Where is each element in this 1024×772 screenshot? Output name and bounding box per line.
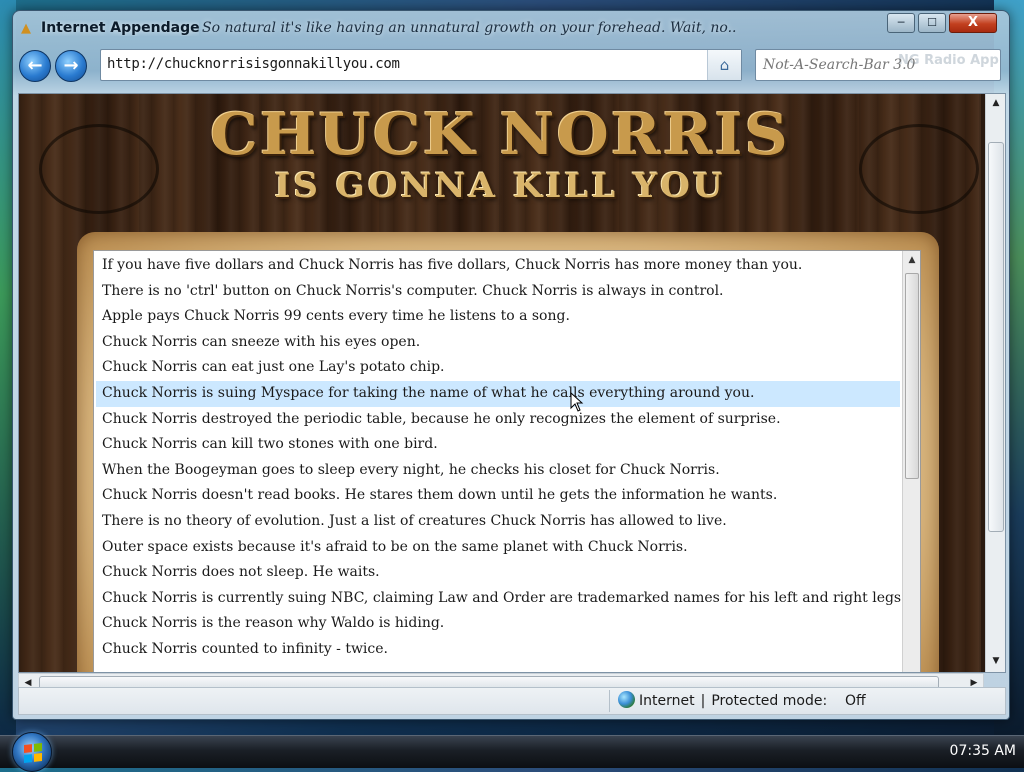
maximize-button[interactable]: ☐: [918, 13, 946, 33]
fact-list-item[interactable]: Chuck Norris can eat just one Lay's pota…: [96, 355, 900, 381]
fact-list-item[interactable]: Chuck Norris doesn't read books. He star…: [96, 483, 900, 509]
forward-button[interactable]: →: [55, 50, 87, 82]
status-separator: |: [700, 693, 706, 709]
fact-list-item[interactable]: Chuck Norris can kill two stones with on…: [96, 432, 900, 458]
taskbar-clock[interactable]: 07:35 AM: [950, 743, 1016, 759]
facts-listbox[interactable]: If you have five dollars and Chuck Norri…: [93, 250, 921, 672]
minimize-button[interactable]: ─: [887, 13, 915, 33]
fact-list-item[interactable]: Chuck Norris destroyed the periodic tabl…: [96, 407, 900, 433]
address-bar[interactable]: http://chucknorrisisgonnakillyou.com ⌂: [100, 49, 742, 81]
facts-list: If you have five dollars and Chuck Norri…: [96, 253, 906, 663]
fact-list-item[interactable]: Chuck Norris is suing Myspace for taking…: [96, 380, 900, 407]
fact-list-item[interactable]: Apple pays Chuck Norris 99 cents every t…: [96, 304, 900, 330]
scroll-down-icon[interactable]: ▼: [986, 652, 1005, 670]
close-button[interactable]: X: [949, 13, 997, 33]
listbox-scroll-up-icon[interactable]: ▲: [903, 251, 921, 269]
wood-background: CHUCK NORRIS IS GONNA KILL YOU If you ha…: [19, 94, 981, 672]
search-input[interactable]: Not-A-Search-Bar 3.0: [763, 57, 915, 73]
title-bar[interactable]: ▲ Internet Appendage 8 So natural it's l…: [13, 11, 1009, 45]
taskbar: 07:35 AM: [0, 732, 1024, 772]
fact-list-item[interactable]: Chuck Norris is the reason why Waldo is …: [96, 611, 900, 637]
fact-list-item[interactable]: Chuck Norris can sneeze with his eyes op…: [96, 330, 900, 356]
fact-list-item[interactable]: Chuck Norris does not sleep. He waits.: [96, 560, 900, 586]
site-logo-title: CHUCK NORRIS: [210, 101, 790, 169]
fact-list-item[interactable]: Outer space exists because it's afraid t…: [96, 535, 900, 561]
fact-list-item[interactable]: When the Boogeyman goes to sleep every n…: [96, 458, 900, 484]
fact-list-item[interactable]: Chuck Norris counted to infinity - twice…: [96, 637, 900, 663]
page-vertical-scrollbar[interactable]: ▲ ▼: [985, 94, 1005, 672]
zone-label: Internet: [639, 693, 695, 709]
protected-mode-value: Off: [845, 693, 866, 709]
windows-logo-icon: [24, 743, 42, 763]
window-subtitle: So natural it's like having an unnatural…: [202, 20, 737, 36]
listbox-scrollbar[interactable]: ▲: [902, 251, 921, 672]
back-button[interactable]: ←: [19, 50, 51, 82]
listbox-scroll-thumb[interactable]: [905, 273, 919, 479]
start-button[interactable]: [12, 732, 52, 772]
window-title: Internet Appendage 8: [41, 20, 199, 36]
fact-list-item[interactable]: Chuck Norris is currently suing NBC, cla…: [96, 586, 906, 612]
protected-mode-label: Protected mode:: [711, 693, 828, 709]
page-viewport: CHUCK NORRIS IS GONNA KILL YOU If you ha…: [18, 93, 1006, 673]
search-bar[interactable]: NG Radio App Not-A-Search-Bar 3.0: [755, 49, 1001, 81]
scroll-up-icon[interactable]: ▲: [986, 94, 1005, 112]
site-logo-subtitle: IS GONNA KILL YOU: [274, 166, 726, 206]
address-input[interactable]: http://chucknorrisisgonnakillyou.com: [107, 56, 400, 72]
status-bar: Internet | Protected mode: Off: [18, 687, 1006, 715]
home-icon[interactable]: ⌂: [707, 50, 741, 80]
browser-window: ▲ Internet Appendage 8 So natural it's l…: [12, 10, 1010, 720]
browser-app-icon: ▲: [21, 21, 31, 36]
fact-list-item[interactable]: There is no 'ctrl' button on Chuck Norri…: [96, 279, 900, 305]
fact-list-item[interactable]: There is no theory of evolution. Just a …: [96, 509, 900, 535]
fact-list-item[interactable]: If you have five dollars and Chuck Norri…: [96, 253, 900, 279]
globe-icon: [618, 691, 635, 708]
mouse-cursor-icon: [570, 392, 584, 412]
security-zone[interactable]: Internet | Protected mode: Off: [609, 690, 866, 712]
vertical-scroll-thumb[interactable]: [988, 142, 1004, 532]
